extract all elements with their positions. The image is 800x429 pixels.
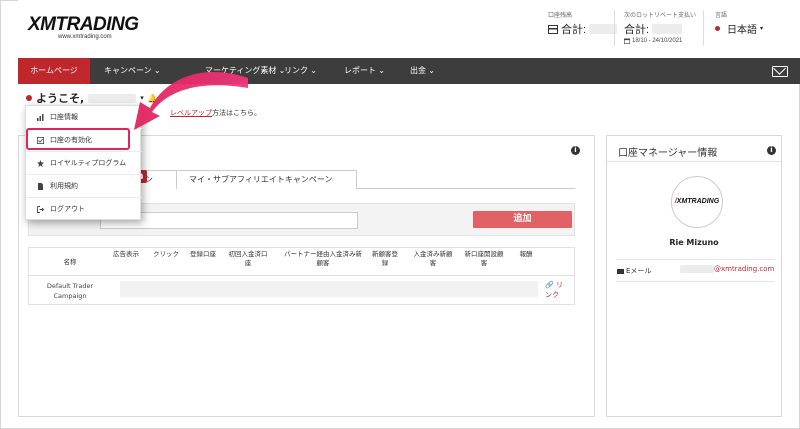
menu-item-label: ログアウト <box>50 205 85 213</box>
add-campaign-button[interactable]: 追加 <box>473 211 572 228</box>
menu-item-loyalty[interactable]: ロイヤルティプログラム <box>26 152 142 175</box>
info-icon[interactable]: i <box>767 146 776 155</box>
star-icon <box>37 160 44 167</box>
info-icon[interactable]: i <box>571 146 580 155</box>
top-header: XMTRADING www.xmtrading.com 口座残高 合計: 次のロ… <box>18 0 800 58</box>
nav-links-label: リンク <box>284 66 308 75</box>
manager-avatar: /XMTRADING <box>671 176 723 228</box>
email-label-text: Eメール <box>626 267 652 275</box>
col-first-deposit: 初回入金済口座 <box>228 250 268 267</box>
manager-title-divider <box>607 161 781 162</box>
tab-sub-affiliate[interactable]: マイ・サブアフィリエイトキャンペーン <box>177 170 357 189</box>
menu-item-account-info[interactable]: 口座情報 <box>26 106 142 129</box>
language-value[interactable]: 日本語 <box>727 21 757 36</box>
chevron-down-icon: ⌄ <box>310 66 317 75</box>
language-label: 言語 <box>715 13 728 19</box>
nav-marketing[interactable]: マーケティング素材 ⌄ <box>205 58 285 84</box>
rebate-block: 次のロットリベート支払い 合計: 18/10 - 24/10/2021 <box>624 10 696 44</box>
note-suffix: 方法はこちら。 <box>212 109 261 117</box>
table-row-values <box>120 281 538 297</box>
nav-campaigns-label: キャンペーン <box>104 66 152 75</box>
welcome-message: ようこそ, ▾ 🔔 <box>26 90 158 106</box>
logo-text: XMTRADING <box>28 14 139 35</box>
nav-reports-label: レポート <box>344 66 376 75</box>
table-header-divider <box>28 275 575 276</box>
language-block[interactable]: 言語 日本語 ▾ <box>715 10 763 36</box>
email-local-part <box>680 265 714 273</box>
col-name: 名称 <box>63 258 77 266</box>
menu-item-label: 利用規約 <box>50 182 78 190</box>
col-partner-deposit: パートナー経由入金済み新顧客 <box>284 250 362 267</box>
nav-reports[interactable]: レポート ⌄ <box>344 58 385 84</box>
col-commission: 報酬 <box>519 250 533 258</box>
account-balance-label: 口座残高 <box>548 13 573 19</box>
link-icon: 🔗 <box>545 281 554 289</box>
menu-item-logout[interactable]: ログアウト <box>26 198 142 221</box>
rebate-total-label: 合計: <box>624 24 650 36</box>
document-icon <box>38 183 43 190</box>
chevron-down-icon: ⌄ <box>378 66 385 75</box>
col-registered-accounts: 登録口座 <box>190 250 216 258</box>
user-name <box>88 93 137 103</box>
account-total-value <box>589 24 618 34</box>
nav-withdrawal-label: 出金 <box>410 66 426 75</box>
status-dot-icon <box>26 95 32 101</box>
menu-item-label: ロイヤルティプログラム <box>50 159 127 167</box>
logout-icon <box>37 206 44 213</box>
email-divider <box>616 259 774 260</box>
nav-marketing-label: マーケティング素材 <box>205 66 277 75</box>
wallet-icon <box>548 24 558 34</box>
calendar-icon <box>624 38 630 44</box>
main-navbar: ホームページ キャンペーン ⌄ マーケティング素材 ⌄ リンク ⌄ レポート ⌄… <box>18 58 800 84</box>
chart-icon <box>37 114 44 121</box>
bell-icon[interactable]: 🔔 <box>148 94 158 103</box>
col-deposited-clients: 入金済み新顧客 <box>413 250 453 267</box>
nav-links[interactable]: リンク ⌄ <box>284 58 317 84</box>
manager-title: 口座マネージャー情報 <box>618 148 718 159</box>
rebate-label: 次のロットリベート支払い <box>624 13 697 19</box>
col-clicks: クリック <box>153 250 179 258</box>
nav-withdrawal[interactable]: 出金 ⌄ <box>410 58 435 84</box>
account-total-label: 合計: <box>561 24 587 36</box>
chevron-down-icon: ⌄ <box>428 66 435 75</box>
japan-flag-icon <box>715 26 720 31</box>
nav-campaigns[interactable]: キャンペーン ⌄ <box>104 58 161 84</box>
rebate-period: 18/10 - 24/10/2021 <box>632 38 683 44</box>
campaign-tabs: ン マイ・サブアフィリエイトキャンペーン <box>130 170 357 189</box>
table-row-name: Default Trader Campaign <box>46 282 94 300</box>
nav-home-label: ホームページ <box>30 66 78 75</box>
account-balance-block: 口座残高 合計: <box>548 10 618 37</box>
email-domain[interactable]: @xmtrading.com <box>714 265 774 273</box>
caret-down-icon[interactable]: ▾ <box>140 94 144 102</box>
nav-home[interactable]: ホームページ <box>18 58 90 84</box>
envelope-icon <box>617 268 624 274</box>
menu-item-label: 口座情報 <box>50 113 78 121</box>
level-up-link[interactable]: レベルアップ <box>170 109 212 117</box>
tab-sub-affiliate-label: マイ・サブアフィリエイトキャンペーン <box>189 175 333 184</box>
highlight-box <box>26 128 130 150</box>
user-dropdown-menu: 口座情報 口座の有効化 ロイヤルティプログラム 利用規約 ログアウト <box>25 105 142 221</box>
caret-down-icon: ▾ <box>760 26 764 32</box>
email-divider <box>616 281 774 282</box>
col-impressions: 広告表示 <box>113 250 139 258</box>
rebate-total-value <box>652 24 683 34</box>
menu-item-terms[interactable]: 利用規約 <box>26 175 142 198</box>
welcome-greeting: ようこそ, <box>36 92 85 105</box>
manager-name: Rie Mizuno <box>669 238 719 247</box>
col-new-account-clients: 新口座開設顧客 <box>464 250 504 267</box>
mail-icon[interactable] <box>772 66 788 77</box>
email-label: Eメール <box>617 266 651 276</box>
header-divider <box>614 10 615 46</box>
header-divider <box>703 10 704 46</box>
col-new-clients: 新顧客登録 <box>372 250 398 267</box>
manager-email[interactable]: @xmtrading.com <box>680 265 774 273</box>
xm-logo[interactable]: XMTRADING www.xmtrading.com <box>28 14 139 46</box>
level-up-note: レベルアップ方法はこちら。 <box>170 108 261 118</box>
manager-avatar-logo: XMTRADING <box>676 198 720 205</box>
chevron-down-icon: ⌄ <box>153 66 161 75</box>
campaign-link[interactable]: 🔗 リンク <box>545 280 569 300</box>
